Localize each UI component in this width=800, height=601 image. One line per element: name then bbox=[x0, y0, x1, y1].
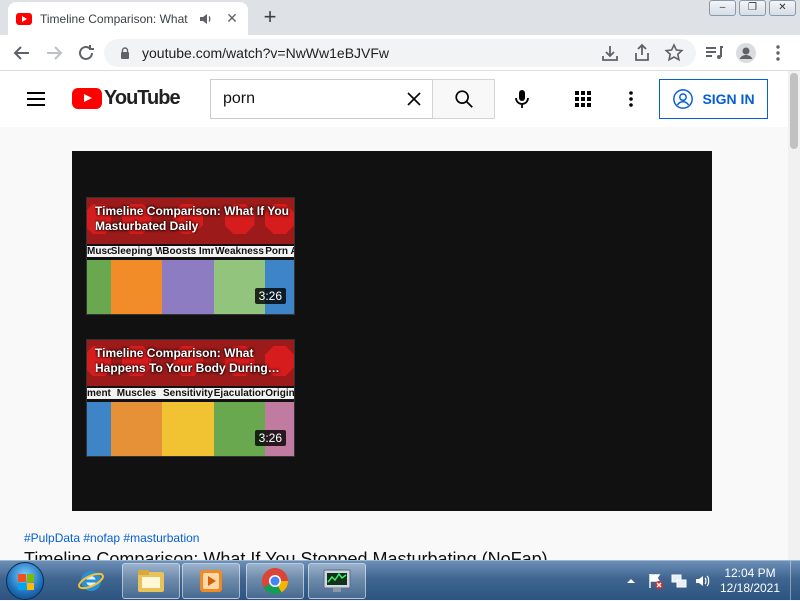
page-scrollbar[interactable] bbox=[788, 71, 800, 560]
speaker-icon[interactable] bbox=[198, 11, 214, 27]
search-icon bbox=[454, 90, 473, 108]
windows-logo-icon bbox=[18, 574, 34, 590]
account-circle-icon bbox=[673, 89, 694, 109]
end-card-title: Timeline Comparison: What Happens To You… bbox=[95, 346, 280, 375]
apps-grid-icon[interactable] bbox=[571, 87, 595, 111]
reload-icon[interactable] bbox=[74, 41, 98, 65]
thumbnail-panel-label: Boosts Immune System bbox=[162, 246, 214, 257]
thumbnail-panel-label: Porn A bbox=[265, 246, 294, 257]
task-manager-button[interactable] bbox=[308, 563, 366, 599]
task-manager-icon bbox=[323, 569, 351, 592]
share-icon[interactable] bbox=[630, 41, 654, 65]
clock-time: 12:04 PM bbox=[724, 566, 776, 580]
internet-explorer-icon bbox=[78, 571, 104, 591]
media-controls-icon[interactable] bbox=[702, 41, 726, 65]
url-text: youtube.com/watch?v=NwWw1eBJVFw bbox=[142, 45, 390, 61]
close-icon bbox=[407, 92, 421, 106]
thumbnail-panel-label: Muscle bbox=[87, 246, 111, 257]
show-hidden-icons-icon[interactable] bbox=[622, 572, 640, 590]
close-window-button[interactable]: ✕ bbox=[769, 0, 796, 16]
windows-taskbar: 12:04 PM 12/18/2021 bbox=[0, 560, 800, 601]
youtube-play-logo-icon bbox=[72, 88, 102, 109]
action-center-flag-icon[interactable] bbox=[646, 572, 664, 590]
clear-search-button[interactable] bbox=[396, 81, 432, 117]
thumbnail-panel-label: Sleeping Well bbox=[110, 246, 163, 257]
search-query: porn bbox=[223, 90, 256, 107]
thumbnail-panel-label: ment bbox=[87, 388, 111, 399]
forward-arrow-icon[interactable] bbox=[42, 41, 66, 65]
youtube-logo-text: YouTube bbox=[104, 87, 181, 109]
youtube-header: YouTube porn SIGN IN bbox=[0, 71, 788, 127]
thumbnail-panel-label: Weakness bbox=[213, 246, 266, 257]
window-controls: – ❐ ✕ bbox=[709, 0, 796, 16]
end-card-duration: 3:26 bbox=[254, 288, 286, 304]
tab-strip: Timeline Comparison: What If You Stopped… bbox=[0, 0, 800, 35]
video-title: Timeline Comparison: What If You Stopped… bbox=[24, 549, 548, 560]
windows-explorer-button[interactable] bbox=[122, 563, 180, 599]
settings-more-icon[interactable] bbox=[619, 87, 643, 111]
microphone-icon[interactable] bbox=[510, 87, 534, 111]
tab-close-icon[interactable]: ✕ bbox=[224, 10, 240, 27]
media-player-button[interactable] bbox=[182, 563, 240, 599]
end-card-title: Timeline Comparison: What If You Masturb… bbox=[95, 204, 290, 233]
thumbnail-panel-label: Muscles bbox=[110, 388, 163, 399]
install-app-icon[interactable] bbox=[598, 41, 622, 65]
start-button[interactable] bbox=[6, 562, 44, 600]
sign-in-label: SIGN IN bbox=[702, 91, 755, 107]
show-desktop-button[interactable] bbox=[790, 561, 800, 601]
lock-icon[interactable] bbox=[118, 46, 132, 60]
media-player-icon bbox=[200, 570, 222, 592]
bookmark-star-icon[interactable] bbox=[662, 41, 686, 65]
scrollbar-thumb[interactable] bbox=[790, 73, 798, 149]
search-input[interactable]: porn bbox=[210, 79, 432, 119]
network-icon[interactable] bbox=[670, 572, 688, 590]
new-tab-button[interactable]: + bbox=[258, 6, 282, 30]
end-card-video[interactable]: ment Muscles Sensitivity Ejaculation Origin … bbox=[86, 339, 295, 457]
browser-toolbar: youtube.com/watch?v=NwWw1eBJVFw bbox=[0, 35, 800, 71]
internet-explorer-button[interactable] bbox=[62, 563, 120, 599]
video-player[interactable]: MuscleSleeping WellBoosts Immune SystemW… bbox=[72, 151, 712, 511]
hamburger-menu-icon[interactable] bbox=[24, 87, 48, 111]
chrome-icon bbox=[262, 568, 289, 595]
search-button[interactable] bbox=[432, 79, 495, 119]
restore-button[interactable]: ❐ bbox=[739, 0, 766, 16]
chrome-button[interactable] bbox=[246, 563, 304, 599]
end-card-video[interactable]: MuscleSleeping WellBoosts Immune SystemW… bbox=[86, 197, 295, 315]
thumbnail-panel-label: Origin bbox=[265, 388, 294, 399]
video-hashtags[interactable]: #PulpData #nofap #masturbation bbox=[24, 531, 199, 545]
volume-icon[interactable] bbox=[694, 572, 712, 590]
browser-menu-icon[interactable] bbox=[766, 41, 790, 65]
minimize-button[interactable]: – bbox=[709, 0, 736, 16]
profile-icon[interactable] bbox=[734, 41, 758, 65]
search-bar: porn bbox=[210, 79, 495, 119]
youtube-favicon-icon bbox=[16, 12, 32, 25]
windows-explorer-icon bbox=[138, 570, 164, 592]
back-arrow-icon[interactable] bbox=[10, 41, 34, 65]
taskbar-clock[interactable]: 12:04 PM 12/18/2021 bbox=[712, 566, 788, 596]
clock-date: 12/18/2021 bbox=[719, 581, 781, 595]
browser-tab[interactable]: Timeline Comparison: What If You Stopped… bbox=[8, 2, 248, 35]
sign-in-button[interactable]: SIGN IN bbox=[659, 79, 768, 119]
thumbnail-panel-label: Sensitivity bbox=[162, 388, 214, 399]
end-card-duration: 3:26 bbox=[254, 430, 286, 446]
youtube-logo[interactable]: YouTube bbox=[72, 87, 181, 110]
thumbnail-panel-label: Ejaculation bbox=[213, 388, 266, 399]
tab-title: Timeline Comparison: What If You Stopped… bbox=[40, 11, 192, 26]
